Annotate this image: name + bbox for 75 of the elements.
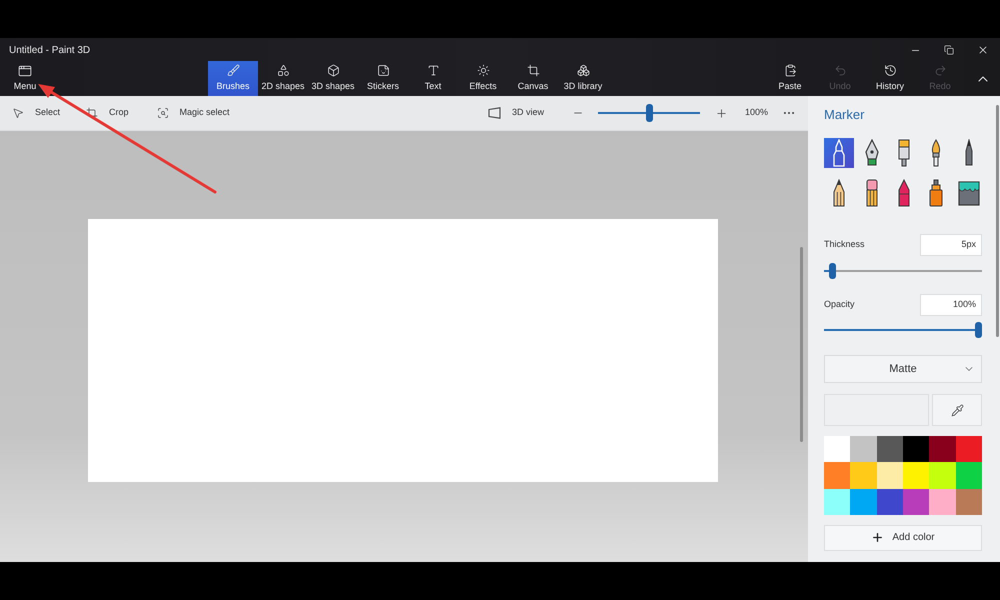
text-icon bbox=[426, 64, 440, 77]
eyedropper-icon bbox=[950, 404, 964, 416]
ribbon-tab[interactable]: Effects bbox=[458, 61, 508, 96]
toolbar-button[interactable]: Select bbox=[8, 101, 64, 125]
toolbar-button[interactable]: Magic select bbox=[152, 101, 234, 125]
thickness-slider[interactable] bbox=[824, 263, 982, 279]
opacity-field[interactable]: 100% bbox=[920, 294, 982, 316]
color-swatch-icon[interactable] bbox=[929, 436, 956, 462]
frame-icon bbox=[526, 64, 540, 77]
thickness-field[interactable]: 5px bbox=[920, 234, 982, 256]
history-icon bbox=[884, 64, 896, 78]
restore-icon bbox=[944, 45, 954, 55]
color-swatch-icon[interactable] bbox=[956, 436, 982, 462]
undo-icon bbox=[834, 64, 846, 78]
cube-icon bbox=[326, 64, 340, 77]
color-swatch-icon[interactable] bbox=[824, 436, 850, 462]
menu-button[interactable]: Menu bbox=[0, 62, 50, 96]
color-swatch-icon[interactable] bbox=[876, 488, 903, 515]
sun-icon bbox=[476, 64, 490, 77]
ribbon-tab[interactable]: Text bbox=[408, 61, 458, 96]
finish-dropdown[interactable]: Matte bbox=[824, 355, 982, 383]
color-swatch-icon[interactable] bbox=[903, 488, 930, 515]
color-swatch-icon[interactable] bbox=[929, 488, 956, 515]
color-swatch-icon[interactable] bbox=[956, 462, 982, 489]
redo-icon bbox=[934, 64, 946, 78]
paint-bucket-icon bbox=[956, 180, 981, 206]
eyedropper-button[interactable] bbox=[932, 394, 982, 426]
color-swatch-icon[interactable] bbox=[824, 462, 850, 489]
plus-icon bbox=[871, 531, 884, 544]
sticker-icon bbox=[376, 64, 390, 77]
color-swatch-icon[interactable] bbox=[903, 462, 930, 489]
view-3d-button[interactable]: 3D view bbox=[484, 101, 548, 125]
panel-scrollbar[interactable] bbox=[996, 105, 999, 337]
ribbon-tab[interactable]: Canvas bbox=[508, 61, 558, 96]
color-swatch-icon[interactable] bbox=[876, 462, 903, 489]
scan-icon bbox=[156, 107, 169, 119]
clipboard-icon bbox=[784, 64, 796, 78]
window-title: Untitled - Paint 3D bbox=[8, 44, 90, 58]
panel-title: Marker bbox=[824, 107, 866, 123]
slider-thumb[interactable] bbox=[828, 263, 836, 279]
color-swatch-icon[interactable] bbox=[929, 462, 956, 489]
ribbon-tab[interactable]: Stickers bbox=[358, 61, 408, 96]
cubes-icon bbox=[576, 64, 590, 77]
plus-icon bbox=[714, 106, 728, 120]
ribbon-action-button[interactable]: Paste bbox=[765, 62, 815, 96]
color-swatch-icon[interactable] bbox=[956, 488, 982, 515]
ribbon-tab[interactable]: 3D library bbox=[558, 61, 608, 96]
brush-tool-button[interactable] bbox=[824, 138, 854, 168]
zoom-reading: 100% bbox=[745, 106, 770, 120]
ribbon-tab[interactable]: 2D shapes bbox=[258, 61, 308, 96]
zoom-slider[interactable] bbox=[598, 104, 700, 122]
ribbon-tab[interactable]: Brushes bbox=[208, 61, 258, 96]
toolbar-button[interactable]: Crop bbox=[82, 101, 133, 125]
slider-thumb[interactable] bbox=[646, 104, 652, 122]
opacity-slider[interactable] bbox=[824, 322, 982, 338]
thickness-label: Thickness bbox=[824, 238, 865, 252]
color-swatch-icon[interactable] bbox=[876, 436, 903, 462]
color-swatch-icon[interactable] bbox=[903, 436, 930, 462]
color-swatch-icon[interactable] bbox=[824, 488, 850, 515]
window-icon bbox=[18, 64, 32, 78]
color-swatch-icon[interactable] bbox=[850, 488, 877, 515]
scrollbar[interactable] bbox=[800, 247, 803, 442]
ribbon-action-button[interactable]: History bbox=[865, 62, 915, 96]
ribbon-tab[interactable]: 3D shapes bbox=[308, 61, 358, 96]
slider-thumb[interactable] bbox=[975, 322, 982, 338]
brush-icon bbox=[226, 64, 240, 77]
color-swatch-icon[interactable] bbox=[850, 462, 877, 489]
opacity-label: Opacity bbox=[824, 298, 855, 312]
close-icon bbox=[977, 44, 989, 56]
trapezoid-icon bbox=[488, 107, 501, 119]
shapes-icon bbox=[276, 64, 290, 77]
add-color-button[interactable]: Add color bbox=[824, 524, 982, 551]
crop-icon bbox=[86, 107, 98, 119]
color-swatch-icon[interactable] bbox=[850, 436, 877, 462]
pointer-icon bbox=[12, 107, 24, 119]
